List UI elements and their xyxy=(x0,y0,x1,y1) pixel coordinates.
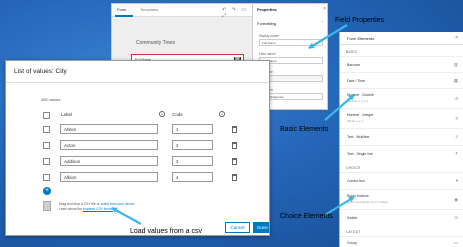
group-layout: LAYOUT xyxy=(346,230,361,234)
close-icon[interactable]: × xyxy=(455,35,458,41)
element-label: Number - Integer xyxy=(347,113,374,117)
learn-text: Learn about the xyxy=(59,207,84,211)
close-icon[interactable]: × xyxy=(323,6,326,12)
form-elements-panel: Form Elements × BASIC Barcode ▥ Date / T… xyxy=(339,32,463,247)
annotation-load-values: Load values from a csv xyxy=(130,228,202,235)
formatting-section[interactable]: Formatting xyxy=(257,21,276,26)
delete-row-icon[interactable] xyxy=(232,126,237,133)
info-icon[interactable]: i xyxy=(159,111,165,117)
select-from-device-link[interactable]: select from your device. xyxy=(100,202,135,206)
element-label: Text - Multiline xyxy=(347,135,370,139)
builder-tab-bar: Form Templates ↶ ↷ ▭ ⤢ xyxy=(112,4,252,19)
label-column-header: Label xyxy=(61,112,73,117)
element-description: Decimal, e.g. 1.2 xyxy=(347,99,368,103)
value-label-input[interactable]: Albion xyxy=(60,172,158,182)
element-radio-buttons[interactable]: Radio buttons Recommended for up to 5 va… xyxy=(340,189,463,209)
element-label: Combo box xyxy=(347,179,365,183)
group-icon: ▭ xyxy=(453,240,458,245)
value-code-input[interactable]: 3 xyxy=(172,156,213,166)
field-name-label: Field name* xyxy=(259,52,277,56)
element-group[interactable]: Group ▭ xyxy=(340,236,463,247)
element-combo-box[interactable]: Combo box ▾ xyxy=(340,172,463,189)
row-checkbox[interactable] xyxy=(43,126,50,133)
cancel-button[interactable]: Cancel xyxy=(225,222,250,233)
value-count: 450 values xyxy=(41,97,61,102)
radio-icon: ◉ xyxy=(454,197,458,202)
select-all-checkbox[interactable] xyxy=(43,112,50,119)
calendar-icon: ▦ xyxy=(453,78,458,83)
group-basic: BASIC xyxy=(346,50,358,54)
dropdown-icon: ▾ xyxy=(455,178,458,183)
value-label-input[interactable]: Acton xyxy=(60,140,158,150)
delete-row-icon[interactable] xyxy=(232,142,237,149)
divider xyxy=(6,82,269,83)
group-choice: CHOICE xyxy=(346,166,361,170)
drop-text: Drag and drop a CSV file or xyxy=(59,202,101,206)
value-label-input[interactable]: Abbot xyxy=(60,124,158,134)
element-label: Switch xyxy=(347,216,358,220)
element-description: Whole, e.g. 1 xyxy=(347,119,364,123)
element-label: Group xyxy=(347,241,357,245)
dialog-title: List of values: City xyxy=(14,68,67,75)
element-number-integer[interactable]: Number - Integer Whole, e.g. 1 # xyxy=(340,108,463,128)
element-label: Number - Double xyxy=(347,93,374,97)
active-tab-indicator xyxy=(115,15,133,17)
elements-header: Form Elements × xyxy=(340,32,463,45)
delete-row-icon[interactable] xyxy=(232,158,237,165)
multiline-icon: ≡ xyxy=(455,134,458,139)
element-label: Barcode xyxy=(347,63,361,67)
chevron-up-icon[interactable]: ⌃ xyxy=(321,20,324,25)
row-checkbox[interactable] xyxy=(43,174,50,181)
annotation-field-properties: Field Properties xyxy=(335,17,385,24)
csv-drop-zone[interactable]: Drag and drop a CSV file or select from … xyxy=(59,202,135,206)
text-icon: T xyxy=(455,151,458,156)
info-icon[interactable]: i xyxy=(219,111,225,117)
element-number-double[interactable]: Number - Double Decimal, e.g. 1.2 .0 xyxy=(340,88,463,108)
csv-format-link[interactable]: required CSV format xyxy=(83,207,113,211)
display-name-label: Display name* xyxy=(259,34,280,38)
tab-form[interactable]: Form xyxy=(117,7,126,12)
tab-templates[interactable]: Templates xyxy=(140,7,158,12)
done-button[interactable]: Done xyxy=(253,222,269,233)
display-name-input[interactable]: Full Name xyxy=(259,39,323,46)
elements-title: Form Elements xyxy=(347,36,375,41)
row-checkbox[interactable] xyxy=(43,142,50,149)
element-description: Recommended for up to 5 values xyxy=(347,200,389,204)
element-label: Radio buttons xyxy=(347,194,369,198)
element-switch[interactable]: Switch ⊙ xyxy=(340,209,463,226)
properties-title: Properties xyxy=(257,7,277,12)
switch-icon: ⊙ xyxy=(454,215,458,220)
delete-row-icon[interactable] xyxy=(232,174,237,181)
value-code-input[interactable]: 2 xyxy=(172,140,213,150)
learn-csv-text: Learn about the required CSV format xyxy=(59,207,113,211)
element-label: Date / Time xyxy=(347,79,365,83)
value-code-input[interactable]: 1 xyxy=(172,124,213,134)
code-column-header: Code xyxy=(172,112,183,117)
csv-file-icon xyxy=(43,201,51,211)
value-code-input[interactable]: 4 xyxy=(172,172,213,182)
value-label-input[interactable]: Addison xyxy=(60,156,158,166)
decimal-icon: .0 xyxy=(454,96,458,101)
element-text-single-line[interactable]: Text - Single line T xyxy=(340,145,463,162)
element-barcode[interactable]: Barcode ▥ xyxy=(340,56,463,72)
annotation-choice-elements: Choice Elements xyxy=(280,213,333,220)
annotation-basic-elements: Basic Elements xyxy=(280,126,329,133)
integer-icon: # xyxy=(455,116,458,121)
list-of-values-dialog: List of values: City 450 values Label i … xyxy=(5,60,270,236)
add-value-button[interactable]: + xyxy=(43,187,51,195)
element-label: Text - Single line xyxy=(347,152,373,156)
form-title[interactable]: Community Trees xyxy=(136,40,175,46)
element-date-time[interactable]: Date / Time ▦ xyxy=(340,72,463,88)
barcode-icon: ▥ xyxy=(453,62,458,67)
element-text-multiline[interactable]: Text - Multiline ≡ xyxy=(340,128,463,145)
row-checkbox[interactable] xyxy=(43,158,50,165)
